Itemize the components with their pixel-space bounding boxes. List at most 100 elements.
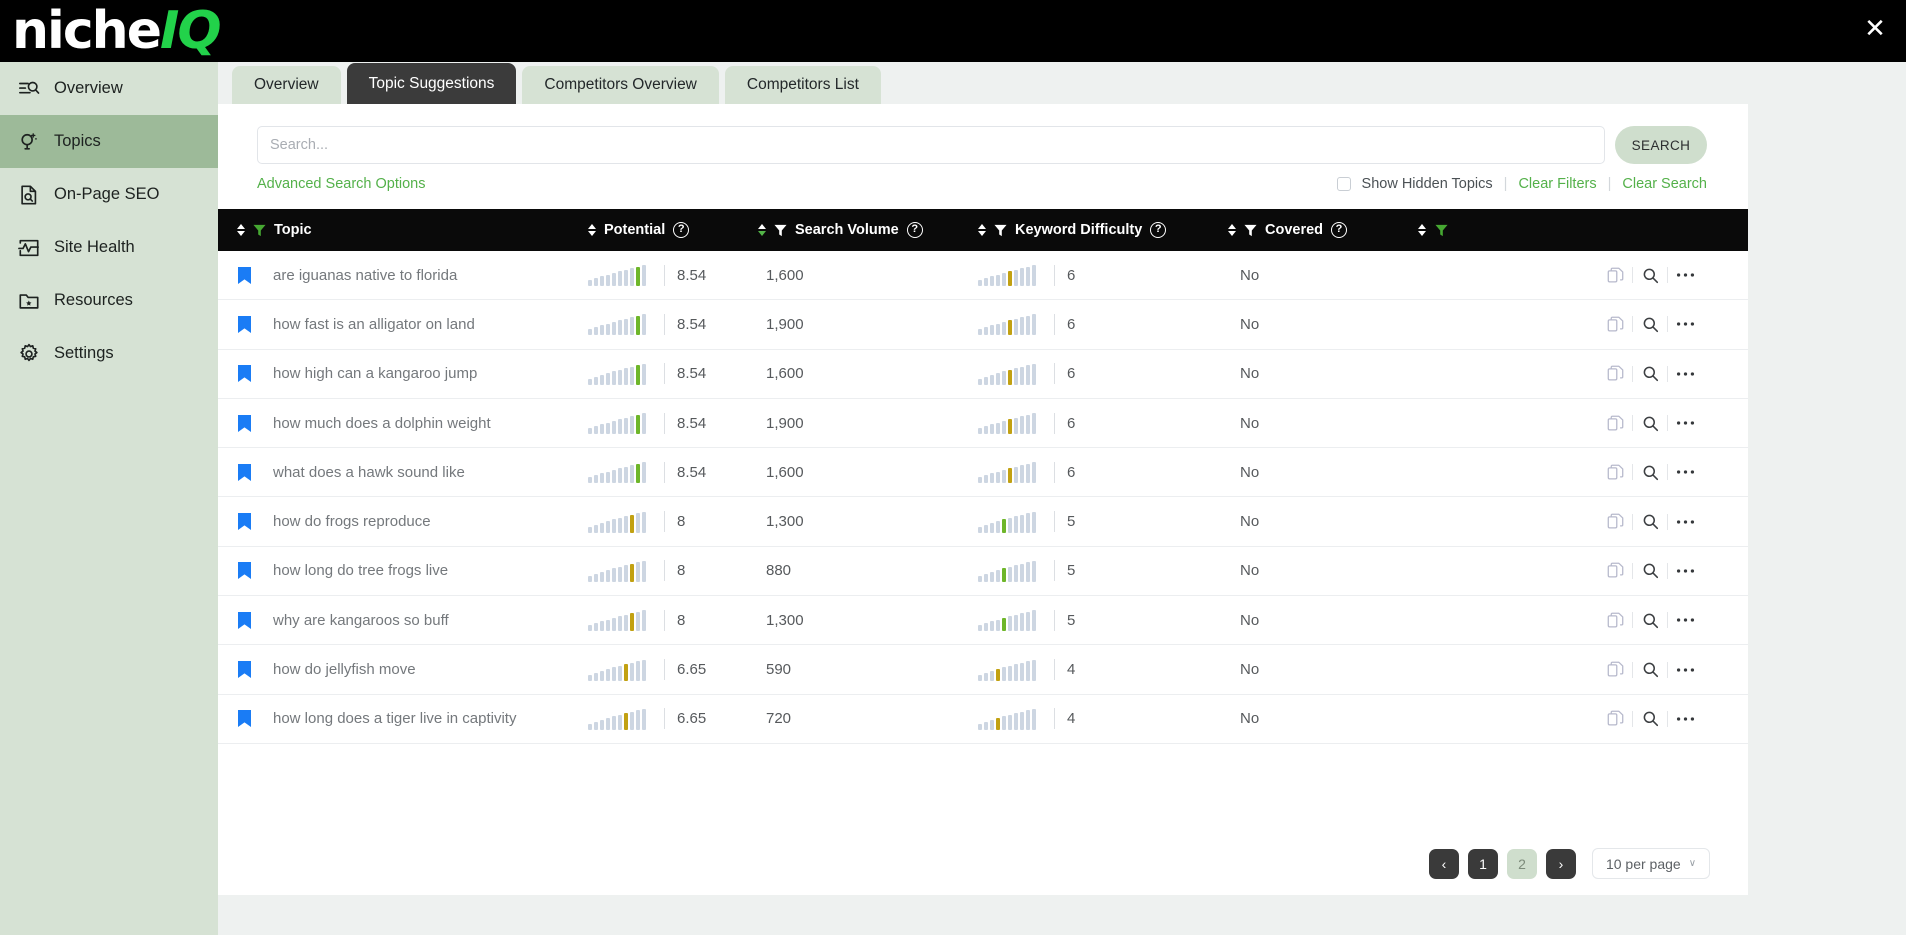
more-icon[interactable] bbox=[1668, 260, 1702, 290]
copy-icon[interactable] bbox=[1598, 359, 1632, 389]
more-icon[interactable] bbox=[1668, 408, 1702, 438]
column-header-actions[interactable] bbox=[1418, 209, 1448, 251]
pagination: ‹ 1 2 › 10 per page ∨ bbox=[1429, 848, 1710, 879]
search-icon[interactable] bbox=[1633, 605, 1667, 635]
search-icon[interactable] bbox=[1633, 556, 1667, 586]
sidebar-item-topics[interactable]: Topics bbox=[0, 115, 218, 168]
pagination-prev-button[interactable]: ‹ bbox=[1429, 848, 1459, 879]
more-icon[interactable] bbox=[1668, 359, 1702, 389]
filter-icon-topic[interactable] bbox=[253, 224, 266, 237]
search-icon[interactable] bbox=[1633, 309, 1667, 339]
copy-icon[interactable] bbox=[1598, 556, 1632, 586]
table-row[interactable]: are iguanas native to florida 8.54 1,600 6 N… bbox=[218, 251, 1748, 301]
copy-icon[interactable] bbox=[1598, 507, 1632, 537]
clear-filters-link[interactable]: Clear Filters bbox=[1518, 176, 1596, 192]
sidebar-item-site-health[interactable]: Site Health bbox=[0, 221, 218, 274]
bookmark-icon[interactable] bbox=[237, 561, 252, 580]
sidebar-item-on-page-seo[interactable]: On-Page SEO bbox=[0, 168, 218, 221]
more-icon[interactable] bbox=[1668, 704, 1702, 734]
pagination-page-1[interactable]: 1 bbox=[1468, 848, 1498, 879]
search-icon[interactable] bbox=[1633, 507, 1667, 537]
column-header-keyword-difficulty[interactable]: Keyword Difficulty ? bbox=[978, 209, 1228, 251]
copy-icon[interactable] bbox=[1598, 309, 1632, 339]
search-volume-value: 880 bbox=[766, 562, 792, 580]
bookmark-icon[interactable] bbox=[237, 611, 252, 630]
pulse-icon bbox=[18, 237, 40, 259]
copy-icon[interactable] bbox=[1598, 408, 1632, 438]
bookmark-icon[interactable] bbox=[237, 709, 252, 728]
sidebar-item-resources[interactable]: Resources bbox=[0, 274, 218, 327]
help-icon-search-volume[interactable]: ? bbox=[906, 222, 923, 238]
column-header-topic[interactable]: Topic bbox=[218, 209, 588, 251]
search-icon[interactable] bbox=[1633, 655, 1667, 685]
column-header-search-volume[interactable]: Search Volume ? bbox=[758, 209, 978, 251]
search-volume-value: 1,600 bbox=[766, 463, 804, 481]
more-icon[interactable] bbox=[1668, 556, 1702, 586]
column-header-potential[interactable]: Potential ? bbox=[588, 209, 758, 251]
copy-icon[interactable] bbox=[1598, 260, 1632, 290]
bookmark-icon[interactable] bbox=[237, 414, 252, 433]
tab-competitors-list[interactable]: Competitors List bbox=[724, 66, 881, 104]
per-page-selector[interactable]: 10 per page ∨ bbox=[1592, 848, 1710, 879]
search-input[interactable] bbox=[257, 126, 1605, 164]
sidebar-item-settings[interactable]: Settings bbox=[0, 327, 218, 380]
search-icon[interactable] bbox=[1633, 408, 1667, 438]
table-row[interactable]: how much does a dolphin weight 8.54 1,900 6… bbox=[218, 398, 1748, 449]
table-row[interactable]: how high can a kangaroo jump 8.54 1,600 6 No bbox=[218, 349, 1748, 399]
more-icon[interactable] bbox=[1668, 605, 1702, 635]
copy-icon[interactable] bbox=[1598, 704, 1632, 734]
advanced-search-options-link[interactable]: Advanced Search Options bbox=[257, 176, 425, 192]
bookmark-icon[interactable] bbox=[237, 463, 252, 482]
cell-search-volume: 1,300 bbox=[758, 596, 978, 644]
table-row[interactable]: why are kangaroos so buff 8 1,300 5 No bbox=[218, 596, 1748, 646]
table-row[interactable]: what does a hawk sound like 8.54 1,600 6 No bbox=[218, 448, 1748, 498]
keyword-difficulty-bar-meter bbox=[978, 412, 1042, 435]
tab-topic-suggestions[interactable]: Topic Suggestions bbox=[346, 63, 517, 104]
filter-icon-covered[interactable] bbox=[1244, 224, 1257, 237]
filter-icon-actions[interactable] bbox=[1435, 224, 1448, 237]
search-icon[interactable] bbox=[1633, 457, 1667, 487]
pagination-next-button[interactable]: › bbox=[1546, 848, 1576, 879]
bookmark-icon[interactable] bbox=[237, 512, 252, 531]
tab-competitors-overview[interactable]: Competitors Overview bbox=[522, 66, 719, 104]
help-icon-keyword-difficulty[interactable]: ? bbox=[1150, 222, 1167, 238]
filter-icon-search-volume[interactable] bbox=[774, 224, 787, 237]
clear-search-link[interactable]: Clear Search bbox=[1622, 176, 1707, 192]
more-icon[interactable] bbox=[1668, 507, 1702, 537]
copy-icon[interactable] bbox=[1598, 605, 1632, 635]
sort-toggle-covered[interactable] bbox=[1228, 224, 1236, 236]
help-icon-covered[interactable]: ? bbox=[1331, 222, 1348, 238]
bookmark-icon[interactable] bbox=[237, 660, 252, 679]
column-header-covered[interactable]: Covered ? bbox=[1228, 209, 1418, 251]
sort-toggle-potential[interactable] bbox=[588, 224, 596, 236]
sort-toggle-actions[interactable] bbox=[1418, 224, 1426, 236]
table-row[interactable]: how fast is an alligator on land 8.54 1,90… bbox=[218, 300, 1748, 350]
sort-toggle-keyword-difficulty[interactable] bbox=[978, 224, 986, 236]
copy-icon[interactable] bbox=[1598, 655, 1632, 685]
table-row[interactable]: how do frogs reproduce 8 1,300 5 No bbox=[218, 497, 1748, 547]
bookmark-icon[interactable] bbox=[237, 364, 252, 383]
sort-toggle-topic[interactable] bbox=[237, 224, 245, 236]
covered-value: No bbox=[1240, 315, 1260, 333]
search-icon[interactable] bbox=[1633, 704, 1667, 734]
copy-icon[interactable] bbox=[1598, 457, 1632, 487]
help-icon-potential[interactable]: ? bbox=[673, 222, 690, 238]
sidebar-item-overview[interactable]: Overview bbox=[0, 62, 218, 115]
filter-icon-keyword-difficulty[interactable] bbox=[994, 224, 1007, 237]
bookmark-icon[interactable] bbox=[237, 315, 252, 334]
search-icon[interactable] bbox=[1633, 260, 1667, 290]
more-icon[interactable] bbox=[1668, 309, 1702, 339]
table-row[interactable]: how long does a tiger live in captivity 6… bbox=[218, 694, 1748, 744]
pagination-page-2[interactable]: 2 bbox=[1507, 848, 1537, 879]
table-row[interactable]: how do jellyfish move 6.65 590 4 No bbox=[218, 645, 1748, 695]
search-button[interactable]: SEARCH bbox=[1615, 126, 1707, 164]
more-icon[interactable] bbox=[1668, 655, 1702, 685]
sort-toggle-search-volume[interactable] bbox=[758, 224, 766, 236]
show-hidden-topics-checkbox[interactable] bbox=[1336, 177, 1351, 191]
more-icon[interactable] bbox=[1668, 457, 1702, 487]
close-icon[interactable]: ✕ bbox=[1858, 12, 1892, 46]
table-row[interactable]: how long do tree frogs live 8 880 5 No bbox=[218, 546, 1748, 597]
search-icon[interactable] bbox=[1633, 359, 1667, 389]
tab-overview[interactable]: Overview bbox=[232, 66, 341, 104]
bookmark-icon[interactable] bbox=[237, 266, 252, 285]
